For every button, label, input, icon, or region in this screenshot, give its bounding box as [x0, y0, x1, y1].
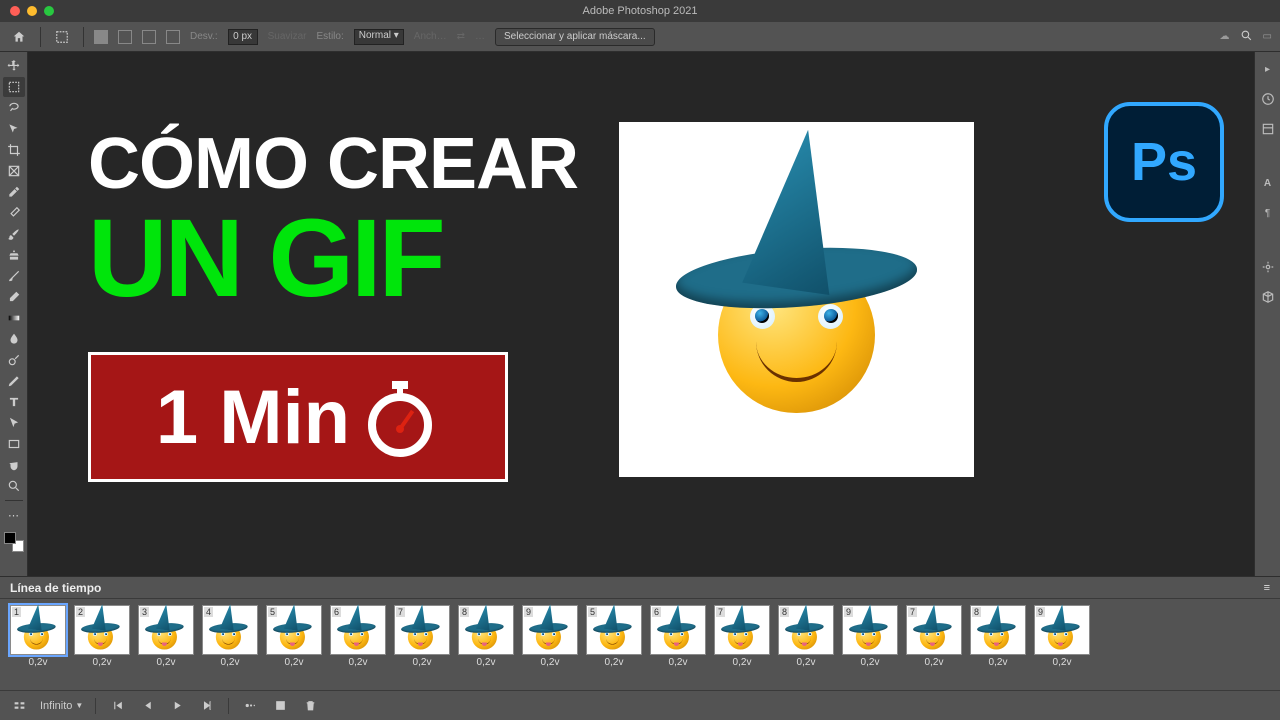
select-and-mask-button[interactable]: Seleccionar y aplicar máscara...: [495, 28, 655, 46]
expand-panels-icon[interactable]: ▸: [1259, 60, 1277, 78]
healing-brush-tool[interactable]: [3, 203, 25, 223]
marquee-tool[interactable]: [3, 77, 25, 97]
app-title: Adobe Photoshop 2021: [583, 5, 698, 17]
selection-add-icon[interactable]: [118, 30, 132, 44]
eyedropper-tool[interactable]: [3, 182, 25, 202]
type-tool[interactable]: [3, 392, 25, 412]
badge-text: 1 Min: [156, 374, 350, 461]
color-swatches[interactable]: [4, 532, 24, 552]
clone-stamp-tool[interactable]: [3, 245, 25, 265]
workspace-icon[interactable]: ▭: [1263, 31, 1272, 42]
history-panel-icon[interactable]: [1259, 90, 1277, 108]
brush-tool[interactable]: [3, 224, 25, 244]
pen-tool[interactable]: [3, 371, 25, 391]
zoom-tool[interactable]: [3, 476, 25, 496]
eraser-tool[interactable]: [3, 287, 25, 307]
timeline-frame[interactable]: 3 0,2v: [138, 605, 194, 668]
timeline-frames: 1 0,2v2 0,2v3 0,2v4 0,2v5 0,2v6: [0, 599, 1280, 690]
window-minimize[interactable]: [27, 6, 37, 16]
gradient-tool[interactable]: [3, 308, 25, 328]
overlay-badge: 1 Min: [88, 352, 508, 482]
timeline-frame[interactable]: 2 0,2v: [74, 605, 130, 668]
timeline-frame[interactable]: 6 0,2v: [330, 605, 386, 668]
play-button[interactable]: [168, 697, 186, 715]
timeline-frame[interactable]: 7 0,2v: [714, 605, 770, 668]
search-icon[interactable]: [1240, 29, 1253, 45]
tools-panel: ⋯: [0, 52, 28, 576]
timeline-frame[interactable]: 9 0,2v: [1034, 605, 1090, 668]
path-selection-tool[interactable]: [3, 413, 25, 433]
lasso-tool[interactable]: [3, 98, 25, 118]
timeline-frame[interactable]: 8 0,2v: [458, 605, 514, 668]
window-zoom[interactable]: [44, 6, 54, 16]
feather-input[interactable]: [228, 29, 258, 45]
timeline-menu-icon[interactable]: ≡: [1264, 582, 1270, 594]
navigator-panel-icon[interactable]: [1259, 258, 1277, 276]
height-label: …: [475, 31, 485, 42]
options-bar: Desv.: Suavizar Estilo: Normal ▾ Anch… ⇄…: [0, 22, 1280, 52]
timeline-frame[interactable]: 4 0,2v: [202, 605, 258, 668]
history-brush-tool[interactable]: [3, 266, 25, 286]
marquee-tool-icon[interactable]: [51, 27, 73, 47]
quick-selection-tool[interactable]: [3, 119, 25, 139]
timeline-frame[interactable]: 7 0,2v: [394, 605, 450, 668]
timeline-frame[interactable]: 6 0,2v: [650, 605, 706, 668]
timeline-title: Línea de tiempo: [10, 581, 101, 595]
tween-button[interactable]: [241, 697, 259, 715]
dodge-tool[interactable]: [3, 350, 25, 370]
overlay-title-2: UN GIF: [88, 212, 443, 306]
frame-tool[interactable]: [3, 161, 25, 181]
timeline-controls: Infinito ▼: [0, 690, 1280, 720]
timeline-frame[interactable]: 8 0,2v: [778, 605, 834, 668]
timeline-panel: Línea de tiempo ≡ 1 0,2v2 0,2v3 0,2v4 0,…: [0, 576, 1280, 720]
style-label: Estilo:: [317, 31, 344, 42]
window-close[interactable]: [10, 6, 20, 16]
stopwatch-icon: [360, 377, 440, 457]
selection-subtract-icon[interactable]: [142, 30, 156, 44]
rectangle-tool[interactable]: [3, 434, 25, 454]
first-frame-button[interactable]: [108, 697, 126, 715]
photoshop-logo: Ps: [1104, 102, 1224, 222]
cloud-docs-icon[interactable]: ☁: [1220, 31, 1230, 42]
hand-tool[interactable]: [3, 455, 25, 475]
loop-select[interactable]: Infinito ▼: [40, 700, 83, 712]
width-label: Anch…: [414, 31, 447, 42]
canvas-document: [619, 122, 974, 477]
canvas-area[interactable]: CÓMO CREAR UN GIF 1 Min Ps: [28, 52, 1254, 576]
swap-icon: ⇄: [457, 31, 465, 42]
next-frame-button[interactable]: [198, 697, 216, 715]
duplicate-frame-button[interactable]: [271, 697, 289, 715]
prev-frame-button[interactable]: [138, 697, 156, 715]
title-bar: Adobe Photoshop 2021: [0, 0, 1280, 22]
timeline-frame[interactable]: 5 0,2v: [266, 605, 322, 668]
selection-intersect-icon[interactable]: [166, 30, 180, 44]
crop-tool[interactable]: [3, 140, 25, 160]
edit-toolbar[interactable]: ⋯: [3, 505, 25, 525]
timeline-frame[interactable]: 7 0,2v: [906, 605, 962, 668]
timeline-frame[interactable]: 8 0,2v: [970, 605, 1026, 668]
timeline-frame[interactable]: 5 0,2v: [586, 605, 642, 668]
3d-panel-icon[interactable]: [1259, 288, 1277, 306]
style-select[interactable]: Normal ▾: [354, 29, 404, 45]
selection-new-icon[interactable]: [94, 30, 108, 44]
move-tool[interactable]: [3, 56, 25, 76]
properties-panel-icon[interactable]: [1259, 120, 1277, 138]
convert-timeline-icon[interactable]: [10, 697, 28, 715]
antialias-label: Suavizar: [268, 31, 307, 42]
paragraph-panel-icon[interactable]: ¶: [1259, 204, 1277, 222]
feather-label: Desv.:: [190, 31, 218, 42]
timeline-frame[interactable]: 9 0,2v: [522, 605, 578, 668]
delete-frame-button[interactable]: [301, 697, 319, 715]
timeline-frame[interactable]: 9 0,2v: [842, 605, 898, 668]
home-icon[interactable]: [8, 27, 30, 47]
collapsed-panels: ▸ A ¶: [1254, 52, 1280, 576]
overlay-title-1: CÓMO CREAR: [88, 132, 578, 197]
timeline-frame[interactable]: 1 0,2v: [10, 605, 66, 668]
blur-tool[interactable]: [3, 329, 25, 349]
character-panel-icon[interactable]: A: [1259, 174, 1277, 192]
